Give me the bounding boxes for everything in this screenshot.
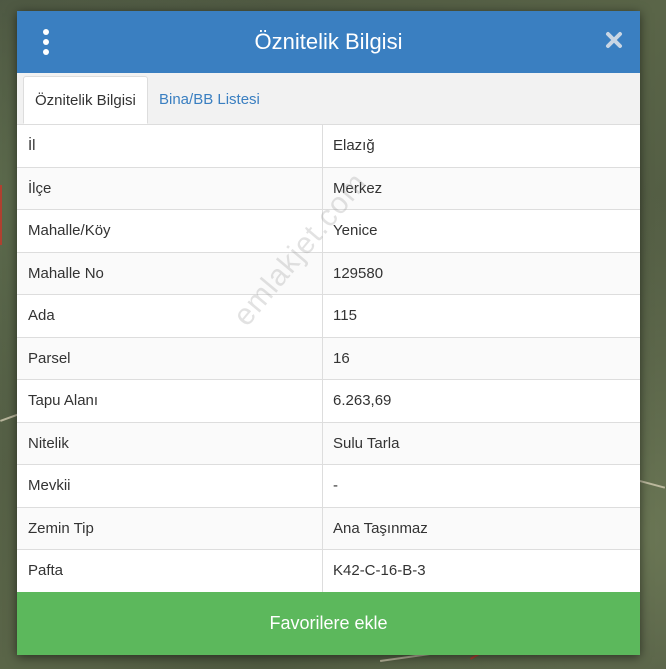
attribute-dialog: Öznitelik Bilgisi Öznitelik Bilgisi Bina… — [17, 11, 640, 655]
row-value: 16 — [333, 349, 350, 367]
tab-building-list[interactable]: Bina/BB Listesi — [148, 76, 271, 124]
table-row: Parsel 16 — [17, 337, 640, 380]
row-value: Elazığ — [333, 137, 375, 155]
row-value: K42-C-16-B-3 — [333, 562, 426, 580]
vertical-dots-icon[interactable] — [41, 29, 51, 55]
row-key: Ada — [17, 295, 323, 337]
row-value: 115 — [333, 307, 357, 325]
table-row: Mahalle No 129580 — [17, 252, 640, 295]
row-key: İl — [17, 125, 323, 167]
row-value: Yenice — [333, 222, 378, 240]
table-row: Pafta K42-C-16-B-3 — [17, 550, 640, 593]
table-row: İl Elazığ — [17, 125, 640, 168]
table-row: Tapu Alanı 6.263,69 — [17, 380, 640, 423]
row-key: Mevkii — [17, 465, 323, 507]
add-to-favorites-button[interactable]: Favorilere ekle — [17, 592, 640, 655]
table-row: Zemin Tip Ana Taşınmaz — [17, 507, 640, 550]
row-key: Mahalle/Köy — [17, 210, 323, 252]
table-row: Mahalle/Köy Yenice — [17, 210, 640, 253]
row-key: İlçe — [17, 167, 323, 209]
table-row: Ada 115 — [17, 295, 640, 338]
attribute-table: İl Elazığ İlçe Merkez Mahalle/Köy Yenice… — [17, 125, 640, 593]
dialog-title: Öznitelik Bilgisi — [254, 29, 403, 54]
row-key: Zemin Tip — [17, 507, 323, 549]
table-row: İlçe Merkez — [17, 167, 640, 210]
close-icon[interactable] — [604, 30, 624, 50]
row-key: Nitelik — [17, 422, 323, 464]
table-row: Mevkii - — [17, 465, 640, 508]
row-value: - — [333, 477, 338, 495]
tab-attribute-info[interactable]: Öznitelik Bilgisi — [23, 76, 148, 124]
row-value: Ana Taşınmaz — [333, 519, 428, 537]
table-row: Nitelik Sulu Tarla — [17, 422, 640, 465]
map-boundary — [0, 185, 2, 245]
row-key: Mahalle No — [17, 252, 323, 294]
row-key: Tapu Alanı — [17, 380, 323, 422]
dialog-header: Öznitelik Bilgisi — [17, 11, 640, 73]
row-value: Merkez — [333, 179, 383, 197]
tab-bar: Öznitelik Bilgisi Bina/BB Listesi — [17, 73, 640, 125]
row-value: 6.263,69 — [333, 392, 392, 410]
row-value: Sulu Tarla — [333, 434, 400, 452]
row-key: Parsel — [17, 337, 323, 379]
row-key: Pafta — [17, 550, 323, 592]
row-value: 129580 — [333, 264, 384, 282]
